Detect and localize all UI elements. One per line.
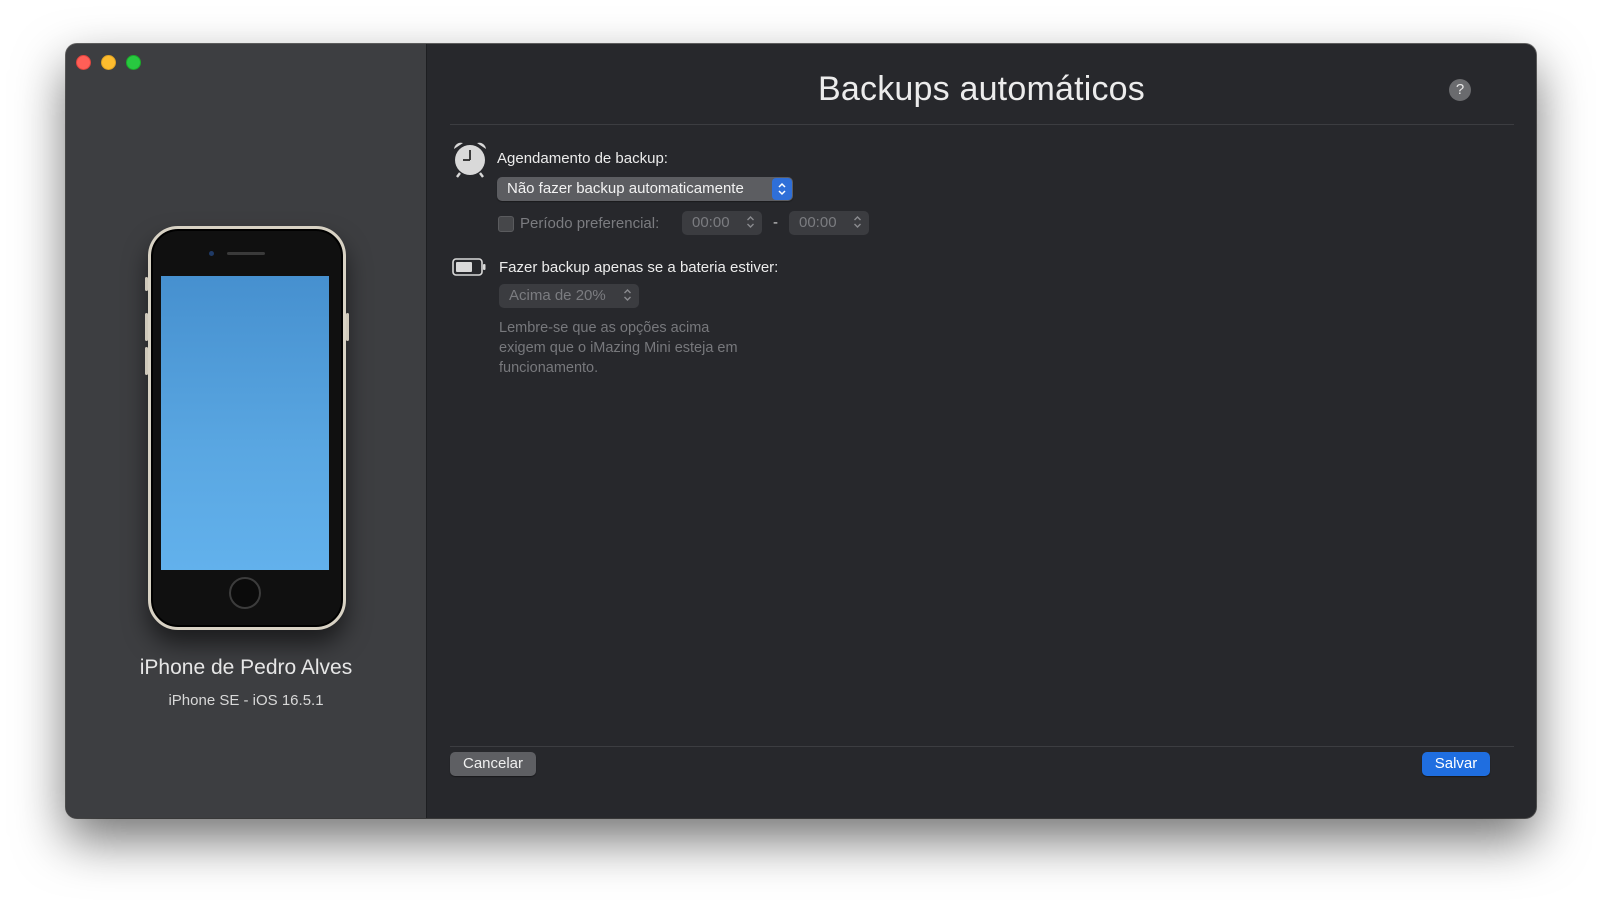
- save-button[interactable]: Salvar: [1422, 752, 1490, 776]
- phone-screen: [161, 276, 329, 570]
- battery-note: Lembre-se que as opções acima exigem que…: [499, 320, 738, 376]
- start-time-stepper[interactable]: 00:00: [682, 211, 762, 235]
- cancel-button[interactable]: Cancelar: [450, 752, 536, 776]
- battery-threshold-value: Acima de 20%: [509, 287, 606, 304]
- select-arrows-icon: [623, 288, 632, 304]
- phone-home-button: [229, 577, 261, 609]
- device-model: iPhone SE - iOS 16.5.1: [168, 692, 324, 709]
- battery-label: Fazer backup apenas se a bateria estiver…: [499, 259, 779, 276]
- footer-divider: [450, 746, 1514, 747]
- stepper-arrows-icon: [746, 215, 755, 231]
- schedule-select[interactable]: Não fazer backup automaticamente: [497, 177, 793, 201]
- device-image: [145, 226, 349, 630]
- maximize-window-button[interactable]: [126, 55, 141, 70]
- schedule-label: Agendamento de backup:: [497, 150, 668, 167]
- main-panel: Backups automáticos ? Agendamento de bac…: [427, 44, 1536, 818]
- alarm-clock-icon: [454, 142, 486, 178]
- stepper-arrows-icon: [853, 215, 862, 231]
- battery-threshold-select[interactable]: Acima de 20%: [499, 284, 639, 308]
- phone-camera: [209, 251, 214, 256]
- phone-speaker: [227, 252, 265, 255]
- start-time-value: 00:00: [692, 214, 730, 231]
- select-arrows-icon: [772, 178, 792, 200]
- end-time-value: 00:00: [799, 214, 837, 231]
- battery-icon: [452, 258, 486, 276]
- phone-volume-up: [145, 313, 148, 341]
- phone-mute-switch: [145, 277, 148, 291]
- minimize-window-button[interactable]: [101, 55, 116, 70]
- schedule-select-value: Não fazer backup automaticamente: [507, 180, 744, 197]
- preferred-period-label: Período preferencial:: [520, 215, 660, 232]
- time-separator: -: [773, 214, 778, 231]
- window-controls: [76, 55, 141, 70]
- device-name: iPhone de Pedro Alves: [139, 656, 353, 679]
- page-title: Backups automáticos: [818, 70, 1145, 108]
- help-button[interactable]: ?: [1449, 79, 1471, 101]
- app-window: iPhone de Pedro Alves iPhone SE - iOS 16…: [66, 44, 1536, 818]
- end-time-stepper[interactable]: 00:00: [789, 211, 869, 235]
- phone-power-button: [346, 313, 349, 341]
- close-window-button[interactable]: [76, 55, 91, 70]
- device-sidebar: iPhone de Pedro Alves iPhone SE - iOS 16…: [66, 44, 427, 818]
- header-divider: [450, 124, 1514, 125]
- preferred-period-checkbox[interactable]: [498, 216, 514, 232]
- phone-volume-down: [145, 347, 148, 375]
